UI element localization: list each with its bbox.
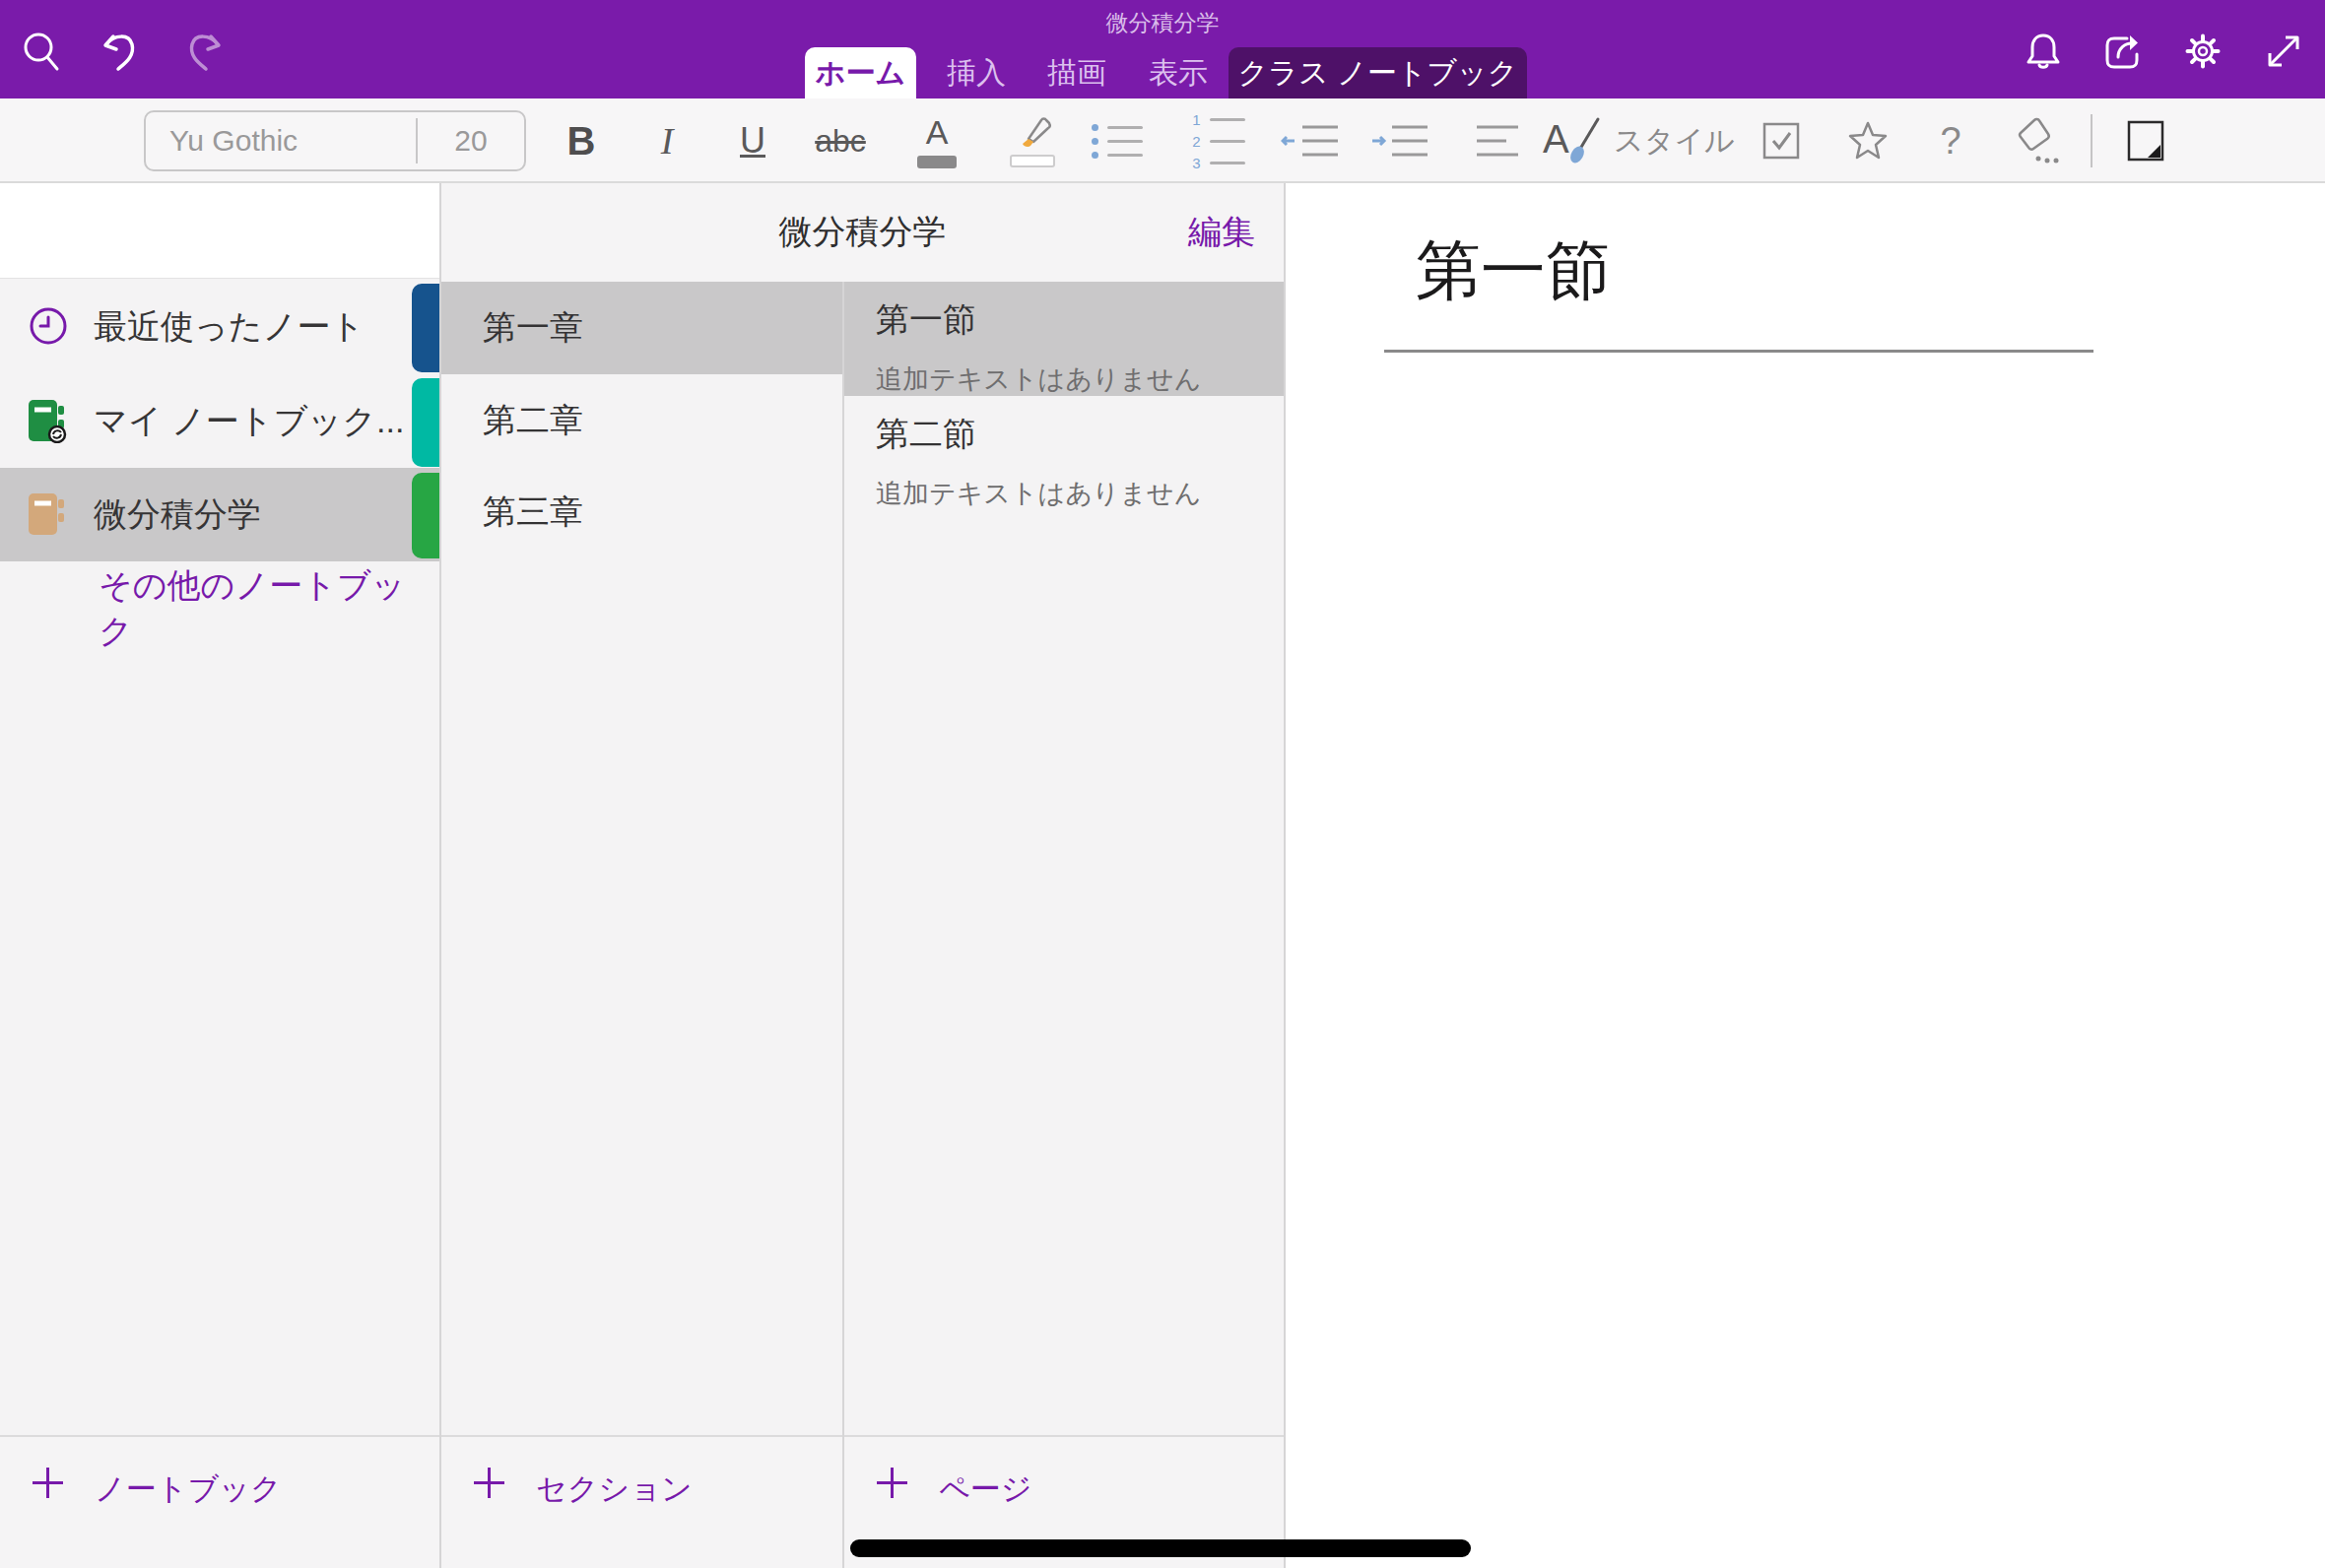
section-item-2[interactable]: 第二章 bbox=[441, 374, 842, 467]
bold-button[interactable]: B bbox=[557, 98, 606, 183]
underline-button[interactable]: U bbox=[728, 98, 777, 183]
undo-icon[interactable] bbox=[99, 30, 142, 73]
help-button[interactable]: ? bbox=[1925, 98, 1976, 183]
sidebar-item-my-notebook[interactable]: マイ ノートブック... bbox=[0, 374, 439, 468]
highlight-color-swatch bbox=[1010, 155, 1055, 167]
styles-icon: A bbox=[1543, 115, 1598, 166]
page-title-underline bbox=[1384, 350, 2093, 353]
styles-button[interactable]: A スタイル bbox=[1543, 98, 1740, 183]
sections-pages-divider[interactable] bbox=[842, 282, 844, 1568]
plus-icon bbox=[32, 1467, 64, 1499]
indent-icon bbox=[1370, 117, 1431, 164]
notebook-icon-tan bbox=[28, 491, 67, 537]
pages-list: 第一節 追加テキストはありません 第二節 追加テキストはありません bbox=[844, 282, 1284, 1435]
tab-view[interactable]: 表示 bbox=[1139, 47, 1218, 98]
star-icon bbox=[1846, 119, 1890, 163]
page-view-icon bbox=[2126, 119, 2165, 163]
page-title[interactable]: 第一節 bbox=[1416, 227, 1611, 315]
highlighter-button[interactable] bbox=[1005, 98, 1060, 183]
bullet-list-button[interactable] bbox=[1087, 98, 1148, 183]
notebook-list: 最近使ったノート マイ ノートブック... 微分積分学 bbox=[0, 279, 439, 1435]
fullscreen-expand-icon[interactable] bbox=[2262, 30, 2305, 73]
outdent-button[interactable] bbox=[1281, 98, 1342, 183]
sidebar-item-calculus[interactable]: 微分積分学 bbox=[0, 468, 439, 561]
tag-button[interactable] bbox=[2010, 98, 2071, 183]
star-tag-button[interactable] bbox=[1842, 98, 1893, 183]
home-indicator[interactable] bbox=[850, 1539, 1471, 1557]
edit-button[interactable]: 編集 bbox=[1188, 183, 1255, 282]
page-content[interactable]: 第一節 bbox=[1286, 183, 2325, 1568]
todo-checkbox-button[interactable] bbox=[1756, 98, 1807, 183]
font-name-value[interactable]: Yu Gothic bbox=[146, 124, 416, 158]
more-notebooks-link[interactable]: その他のノートブック bbox=[99, 561, 439, 655]
checkbox-icon bbox=[1761, 121, 1801, 161]
notifications-bell-icon[interactable] bbox=[2022, 30, 2065, 73]
plus-icon bbox=[473, 1467, 505, 1499]
tab-class-notebook[interactable]: クラス ノートブック bbox=[1229, 47, 1527, 98]
sidebar-item-recent-notes[interactable]: 最近使ったノート bbox=[0, 280, 439, 374]
window-title: 微分積分学 bbox=[0, 8, 2325, 38]
tab-insert[interactable]: 挿入 bbox=[937, 47, 1016, 98]
plus-icon bbox=[876, 1467, 908, 1499]
notebook-color-tab-green bbox=[412, 473, 440, 558]
sidebar-header bbox=[0, 183, 439, 279]
page-item-1[interactable]: 第一節 追加テキストはありません bbox=[844, 282, 1284, 396]
tab-home[interactable]: ホーム bbox=[805, 47, 916, 98]
section-item-1[interactable]: 第一章 bbox=[441, 282, 842, 374]
page-item-2[interactable]: 第二節 追加テキストはありません bbox=[844, 396, 1284, 510]
sidebar-divider[interactable] bbox=[439, 183, 441, 1568]
top-bar: 微分積分学 ホーム 挿入 描画 表示 クラス ノートブック bbox=[0, 0, 2325, 98]
font-size-value[interactable]: 20 bbox=[418, 124, 524, 158]
toolbar-divider bbox=[2091, 114, 2092, 167]
section-item-3[interactable]: 第三章 bbox=[441, 466, 842, 558]
tag-icon bbox=[2013, 115, 2068, 166]
notebook-title: 微分積分学 bbox=[441, 183, 1284, 282]
settings-gear-icon[interactable] bbox=[2181, 30, 2225, 73]
font-color-swatch bbox=[917, 156, 957, 168]
format-toolbar: Yu Gothic 20 B I U abc A bbox=[0, 98, 2325, 183]
numbered-list-button[interactable]: 1 2 3 bbox=[1187, 98, 1248, 183]
clock-icon bbox=[29, 306, 68, 346]
font-color-button[interactable]: A bbox=[912, 98, 962, 183]
tab-draw[interactable]: 描画 bbox=[1037, 47, 1116, 98]
redo-icon[interactable] bbox=[182, 30, 226, 73]
sections-list: 第一章 第二章 第三章 bbox=[441, 282, 842, 1435]
notebook-icon-green bbox=[28, 398, 67, 443]
add-section-button[interactable]: セクション bbox=[441, 1435, 842, 1568]
notebook-color-tab-blue bbox=[412, 284, 440, 372]
italic-button[interactable]: I bbox=[642, 98, 692, 183]
onenote-app: 微分積分学 ホーム 挿入 描画 表示 クラス ノートブック bbox=[0, 0, 2325, 1568]
notebook-pane-header: 微分積分学 編集 bbox=[441, 183, 1284, 282]
align-button[interactable] bbox=[1467, 98, 1528, 183]
highlighter-icon bbox=[1010, 114, 1055, 154]
notebook-color-tab-teal bbox=[412, 378, 440, 467]
outdent-icon bbox=[1281, 117, 1342, 164]
search-icon[interactable] bbox=[20, 30, 63, 73]
font-selector[interactable]: Yu Gothic 20 bbox=[144, 110, 526, 171]
page-view-button[interactable] bbox=[2120, 98, 2171, 183]
align-icon bbox=[1475, 117, 1520, 164]
share-icon[interactable] bbox=[2099, 30, 2143, 73]
strikethrough-button[interactable]: abc bbox=[811, 98, 870, 183]
indent-button[interactable] bbox=[1370, 98, 1431, 183]
add-notebook-button[interactable]: ノートブック bbox=[0, 1435, 439, 1568]
